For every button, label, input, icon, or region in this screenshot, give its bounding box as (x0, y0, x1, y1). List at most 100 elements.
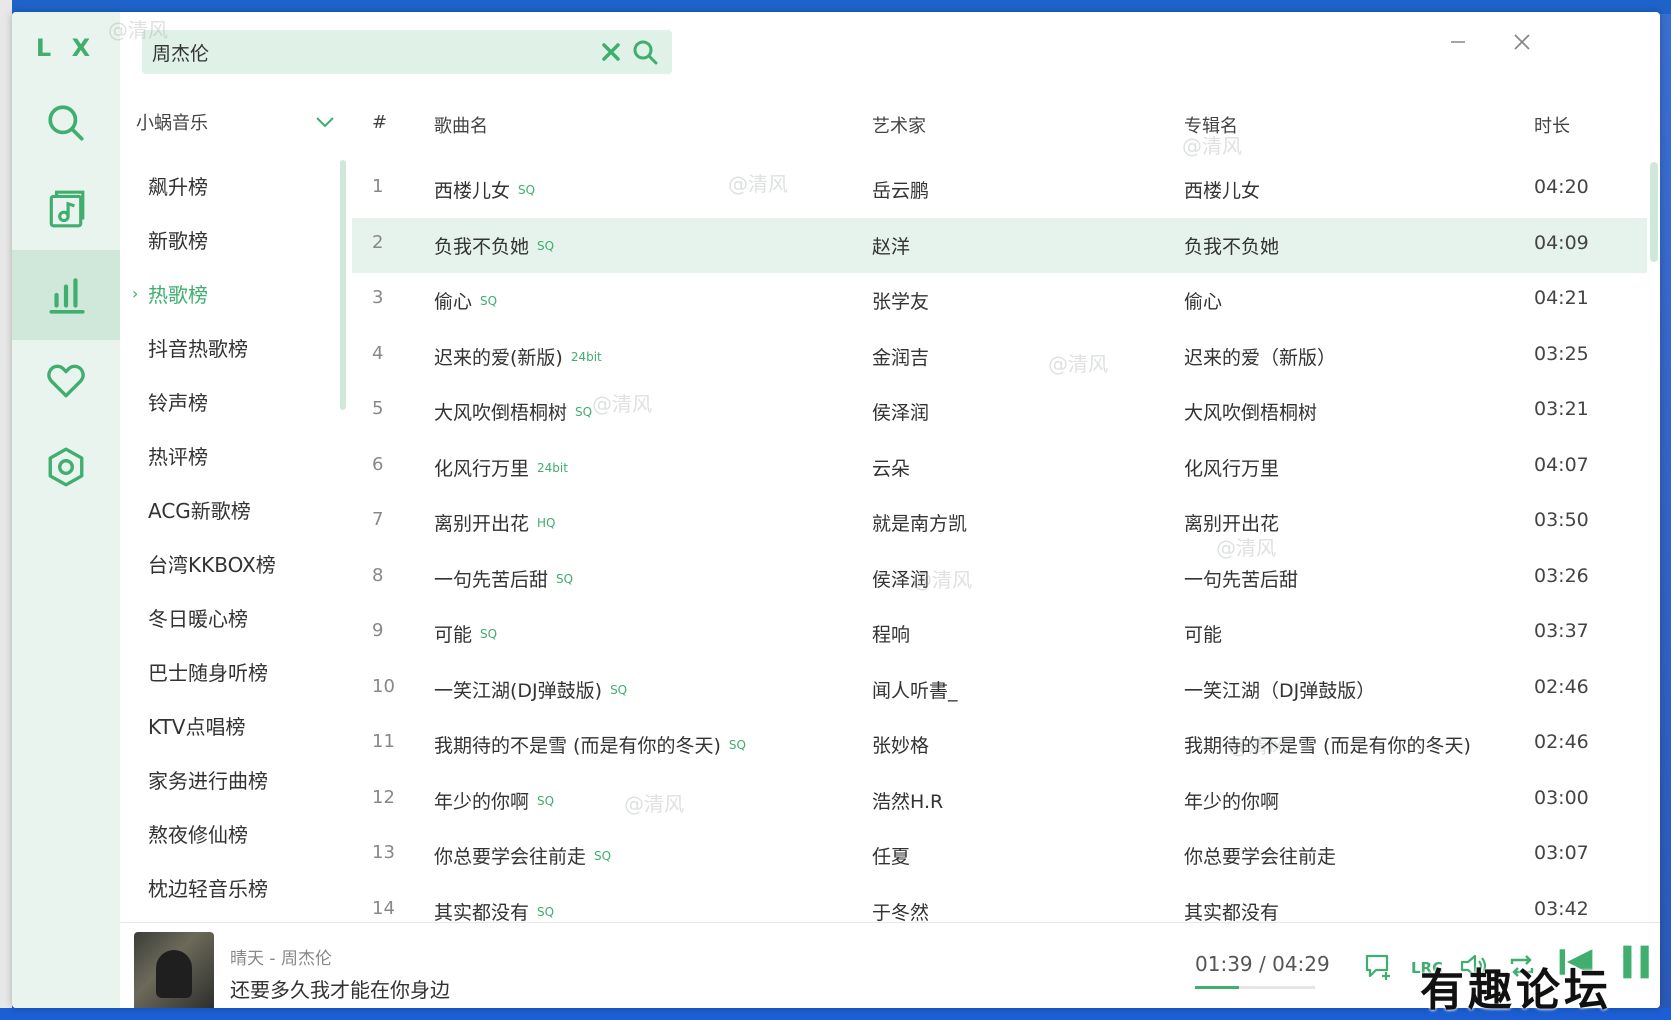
song-num: 14 (372, 897, 395, 919)
song-row[interactable]: 12 年少的你啊 SQ 浩然H.R 年少的你啊 03:00 (352, 773, 1647, 829)
rail-leaderboard-button[interactable] (12, 250, 120, 340)
quality-badge: SQ (537, 793, 555, 808)
song-num: 7 (372, 509, 384, 530)
board-item[interactable]: 冬日暖心榜 (122, 590, 342, 644)
desktop-background-window (0, 0, 12, 1020)
board-item[interactable]: ACG新歌榜 (122, 482, 342, 536)
board-item[interactable]: 熬夜修仙榜 (122, 806, 342, 860)
song-album[interactable]: 一笑江湖（DJ弹鼓版） (1184, 676, 1375, 703)
close-window-button[interactable] (1502, 22, 1542, 62)
board-item[interactable]: 巴士随身听榜 (122, 644, 342, 698)
board-item[interactable]: 家务进行曲榜 (122, 752, 342, 806)
song-album[interactable]: 负我不负她 (1184, 232, 1279, 259)
song-artist[interactable]: 侯泽润 (872, 565, 929, 592)
song-album[interactable]: 西楼儿女 (1184, 176, 1260, 203)
song-row[interactable]: 1 西楼儿女 SQ 岳云鹏 西楼儿女 04:20 (352, 162, 1647, 218)
song-row[interactable]: 6 化风行万里 24bit 云朵 化风行万里 04:07 (352, 440, 1647, 496)
song-row[interactable]: 7 离别开出花 HQ 就是南方凯 离别开出花 03:50 (352, 495, 1647, 551)
board-label: 热评榜 (148, 444, 208, 469)
search-button[interactable] (628, 35, 662, 69)
now-playing-title[interactable]: 晴天 - 周杰伦 (230, 944, 332, 969)
board-item[interactable]: 台湾KKBOX榜 (122, 536, 342, 590)
song-row[interactable]: 4 迟来的爱(新版) 24bit 金润吉 迟来的爱（新版） 03:25 (352, 329, 1647, 385)
song-album[interactable]: 偷心 (1184, 287, 1222, 314)
song-album[interactable]: 你总要学会往前走 (1184, 842, 1336, 869)
song-row[interactable]: 3 偷心 SQ 张学友 偷心 04:21 (352, 273, 1647, 329)
song-artist[interactable]: 于冬然 (872, 898, 929, 923)
rail-favorites-button[interactable] (12, 336, 120, 426)
song-artist[interactable]: 闻人听書_ (872, 676, 958, 703)
board-item[interactable]: 新歌榜 (122, 212, 342, 266)
song-title-text: 离别开出花 (434, 513, 530, 535)
song-row[interactable]: 5 大风吹倒梧桐树 SQ 侯泽润 大风吹倒梧桐树 03:21 (352, 384, 1647, 440)
current-lyric: 还要多久我才能在你身边 (230, 978, 450, 1002)
song-table-scrollbar[interactable] (1650, 162, 1658, 262)
song-title: 一句先苦后甜 SQ (434, 565, 573, 592)
song-album[interactable]: 年少的你啊 (1184, 787, 1279, 814)
album-cover[interactable] (134, 932, 214, 1008)
song-album[interactable]: 大风吹倒梧桐树 (1184, 398, 1317, 425)
song-artist[interactable]: 浩然H.R (872, 787, 943, 814)
board-item[interactable]: 枕边轻音乐榜 (122, 860, 342, 914)
quality-badge: 24bit (570, 349, 602, 364)
song-title: 西楼儿女 SQ (434, 176, 535, 203)
song-table-header: # 歌曲名 艺术家 专辑名 时长 (352, 104, 1647, 146)
song-album[interactable]: 我期待的不是雪 (而是有你的冬天) (1184, 731, 1471, 758)
song-artist[interactable]: 任夏 (872, 842, 910, 869)
song-row[interactable]: 9 可能 SQ 程响 可能 03:37 (352, 606, 1647, 662)
song-duration: 03:26 (1534, 564, 1589, 587)
song-title-text: 年少的你啊 (434, 790, 530, 813)
board-item[interactable]: KTV点唱榜 (122, 698, 342, 752)
board-item[interactable]: 飙升榜 (122, 158, 342, 212)
favorite-button[interactable] (1358, 946, 1398, 986)
board-item[interactable]: 铃声榜 (122, 374, 342, 428)
forum-watermark-logo: 有趣论坛 (1420, 965, 1612, 1016)
song-row-highlighted[interactable]: 2 负我不负她 SQ 赵洋 负我不负她 04:09 (352, 217, 1647, 273)
song-album[interactable]: 化风行万里 (1184, 454, 1279, 481)
rail-settings-button[interactable] (12, 422, 120, 512)
song-row[interactable]: 14 其实都没有 SQ 于冬然 其实都没有 03:42 (352, 884, 1647, 923)
rail-search-button[interactable] (12, 78, 120, 168)
song-album[interactable]: 一句先苦后甜 (1184, 565, 1298, 592)
song-row[interactable]: 13 你总要学会往前走 SQ 任夏 你总要学会往前走 03:07 (352, 828, 1647, 884)
song-album[interactable]: 迟来的爱（新版） (1184, 343, 1336, 370)
song-artist[interactable]: 金润吉 (872, 343, 929, 370)
song-artist[interactable]: 云朵 (872, 454, 910, 481)
pause-button[interactable] (1616, 942, 1656, 982)
source-selector[interactable]: 小蜗音乐 (136, 104, 336, 140)
col-title-header: 歌曲名 (434, 116, 488, 137)
board-item-active[interactable]: › 热歌榜 (122, 266, 342, 320)
song-artist[interactable]: 张妙格 (872, 731, 929, 758)
source-label: 小蜗音乐 (136, 113, 208, 134)
song-artist[interactable]: 程响 (872, 620, 910, 647)
song-artist[interactable]: 侯泽润 (872, 398, 929, 425)
board-item[interactable]: 热评榜 (122, 428, 342, 482)
playback-time: 01:39 / 04:29 (1195, 952, 1330, 976)
search-input[interactable]: 周杰伦 (152, 39, 594, 66)
minimize-button[interactable] (1438, 22, 1478, 62)
board-item[interactable]: 抖音热歌榜 (122, 320, 342, 374)
song-artist[interactable]: 张学友 (872, 287, 929, 314)
song-album[interactable]: 其实都没有 (1184, 898, 1279, 923)
song-artist[interactable]: 就是南方凯 (872, 509, 967, 536)
quality-badge: SQ (610, 682, 628, 697)
close-icon (1514, 34, 1530, 50)
song-duration: 04:21 (1534, 287, 1589, 309)
song-artist[interactable]: 赵洋 (872, 232, 910, 259)
progress-bar[interactable] (1195, 986, 1315, 989)
song-row[interactable]: 11 我期待的不是雪 (而是有你的冬天) SQ 张妙格 我期待的不是雪 (而是有你的冬天… (352, 717, 1647, 773)
board-label: 冬日暖心榜 (148, 606, 248, 631)
song-row[interactable]: 8 一句先苦后甜 SQ 侯泽润 一句先苦后甜 03:26 (352, 551, 1647, 607)
song-title: 离别开出花 HQ (434, 509, 555, 536)
song-duration: 02:46 (1534, 675, 1589, 698)
board-list-scrollbar[interactable] (340, 160, 346, 410)
rail-song-list-button[interactable] (12, 164, 120, 254)
song-row[interactable]: 10 一笑江湖(DJ弹鼓版) SQ 闻人听書_ 一笑江湖（DJ弹鼓版） 02:46 (352, 662, 1647, 718)
board-label: 台湾KKBOX榜 (148, 552, 276, 577)
song-artist[interactable]: 岳云鹏 (872, 176, 929, 203)
clear-search-button[interactable] (594, 35, 628, 69)
song-album[interactable]: 离别开出花 (1184, 509, 1279, 536)
song-duration: 02:46 (1534, 731, 1589, 753)
song-album[interactable]: 可能 (1184, 620, 1222, 647)
hexagon-settings-icon (48, 447, 84, 487)
